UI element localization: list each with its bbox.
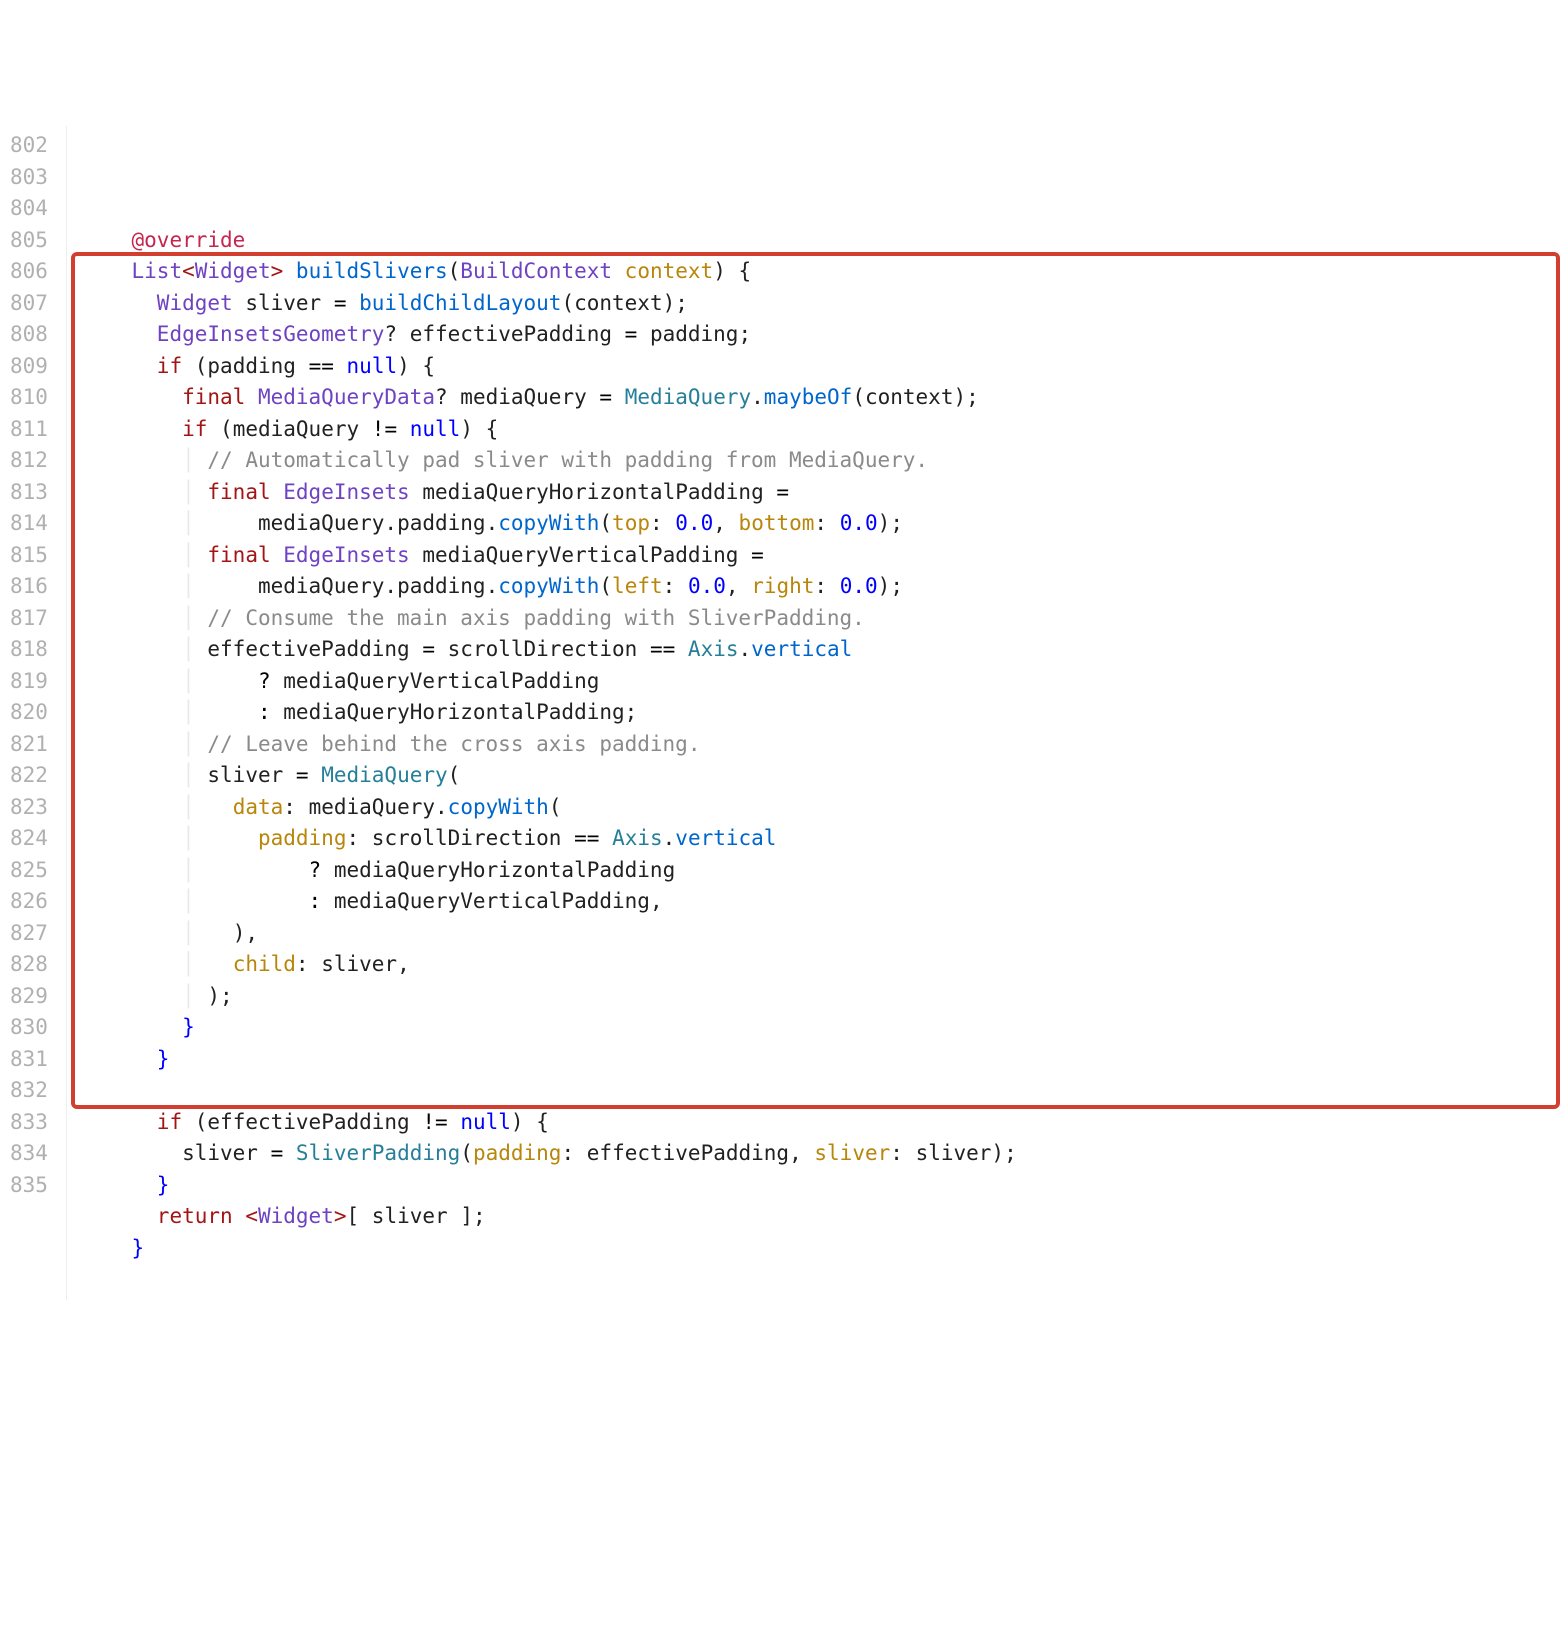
line-number: 808 xyxy=(10,319,48,351)
code-line[interactable]: return <Widget>[ sliver ]; xyxy=(81,1201,1556,1233)
line-number: 827 xyxy=(10,918,48,950)
code-line[interactable]: if (padding == null) { xyxy=(81,351,1556,383)
line-number: 826 xyxy=(10,886,48,918)
line-number: 807 xyxy=(10,288,48,320)
line-number: 812 xyxy=(10,445,48,477)
code-line[interactable]: │ sliver = MediaQuery( xyxy=(81,760,1556,792)
line-number: 822 xyxy=(10,760,48,792)
code-line[interactable]: │ ? mediaQueryHorizontalPadding xyxy=(81,855,1556,887)
code-line[interactable]: │ child: sliver, xyxy=(81,949,1556,981)
line-number: 814 xyxy=(10,508,48,540)
code-line[interactable]: } xyxy=(81,1012,1556,1044)
code-line[interactable]: @override xyxy=(81,225,1556,257)
code-line[interactable]: sliver = SliverPadding(padding: effectiv… xyxy=(81,1138,1556,1170)
code-line[interactable]: │ ); xyxy=(81,981,1556,1013)
line-number: 832 xyxy=(10,1075,48,1107)
line-number: 835 xyxy=(10,1170,48,1202)
code-line[interactable]: if (mediaQuery != null) { xyxy=(81,414,1556,446)
line-number: 821 xyxy=(10,729,48,761)
line-number: 810 xyxy=(10,382,48,414)
line-number: 820 xyxy=(10,697,48,729)
line-number: 816 xyxy=(10,571,48,603)
line-number: 831 xyxy=(10,1044,48,1076)
line-number-gutter: 8028038048058068078088098108118128138148… xyxy=(0,126,67,1300)
line-number: 834 xyxy=(10,1138,48,1170)
code-line[interactable]: │ : mediaQueryVerticalPadding, xyxy=(81,886,1556,918)
line-number: 828 xyxy=(10,949,48,981)
code-line[interactable]: │ // Leave behind the cross axis padding… xyxy=(81,729,1556,761)
line-number: 829 xyxy=(10,981,48,1013)
line-number: 804 xyxy=(10,193,48,225)
code-line[interactable] xyxy=(81,1264,1556,1296)
code-line[interactable]: │ // Consume the main axis padding with … xyxy=(81,603,1556,635)
code-line[interactable]: Widget sliver = buildChildLayout(context… xyxy=(81,288,1556,320)
code-line[interactable]: │ final EdgeInsets mediaQueryVerticalPad… xyxy=(81,540,1556,572)
code-line[interactable]: │ : mediaQueryHorizontalPadding; xyxy=(81,697,1556,729)
code-line[interactable]: │ mediaQuery.padding.copyWith(left: 0.0,… xyxy=(81,571,1556,603)
code-line[interactable]: │ final EdgeInsets mediaQueryHorizontalP… xyxy=(81,477,1556,509)
code-line[interactable]: │ padding: scrollDirection == Axis.verti… xyxy=(81,823,1556,855)
code-line[interactable]: } xyxy=(81,1233,1556,1265)
line-number: 823 xyxy=(10,792,48,824)
code-line[interactable]: │ // Automatically pad sliver with paddi… xyxy=(81,445,1556,477)
code-line[interactable]: │ ), xyxy=(81,918,1556,950)
line-number: 830 xyxy=(10,1012,48,1044)
code-line[interactable]: │ effectivePadding = scrollDirection == … xyxy=(81,634,1556,666)
line-number: 815 xyxy=(10,540,48,572)
code-line[interactable]: List<Widget> buildSlivers(BuildContext c… xyxy=(81,256,1556,288)
code-line[interactable]: final MediaQueryData? mediaQuery = Media… xyxy=(81,382,1556,414)
code-line[interactable]: EdgeInsetsGeometry? effectivePadding = p… xyxy=(81,319,1556,351)
line-number: 809 xyxy=(10,351,48,383)
code-line[interactable]: │ data: mediaQuery.copyWith( xyxy=(81,792,1556,824)
line-number: 802 xyxy=(10,130,48,162)
line-number: 803 xyxy=(10,162,48,194)
code-editor: 8028038048058068078088098108118128138148… xyxy=(0,126,1566,1300)
line-number: 805 xyxy=(10,225,48,257)
line-number: 811 xyxy=(10,414,48,446)
line-number: 833 xyxy=(10,1107,48,1139)
line-number: 819 xyxy=(10,666,48,698)
code-line[interactable]: │ mediaQuery.padding.copyWith(top: 0.0, … xyxy=(81,508,1556,540)
line-number: 813 xyxy=(10,477,48,509)
code-line[interactable]: if (effectivePadding != null) { xyxy=(81,1107,1556,1139)
line-number: 818 xyxy=(10,634,48,666)
code-line[interactable]: │ ? mediaQueryVerticalPadding xyxy=(81,666,1556,698)
code-line[interactable]: } xyxy=(81,1170,1556,1202)
code-area[interactable]: @override List<Widget> buildSlivers(Buil… xyxy=(67,126,1566,1300)
line-number: 824 xyxy=(10,823,48,855)
code-line[interactable] xyxy=(81,1075,1556,1107)
line-number: 806 xyxy=(10,256,48,288)
line-number: 817 xyxy=(10,603,48,635)
code-line[interactable]: } xyxy=(81,1044,1556,1076)
line-number: 825 xyxy=(10,855,48,887)
